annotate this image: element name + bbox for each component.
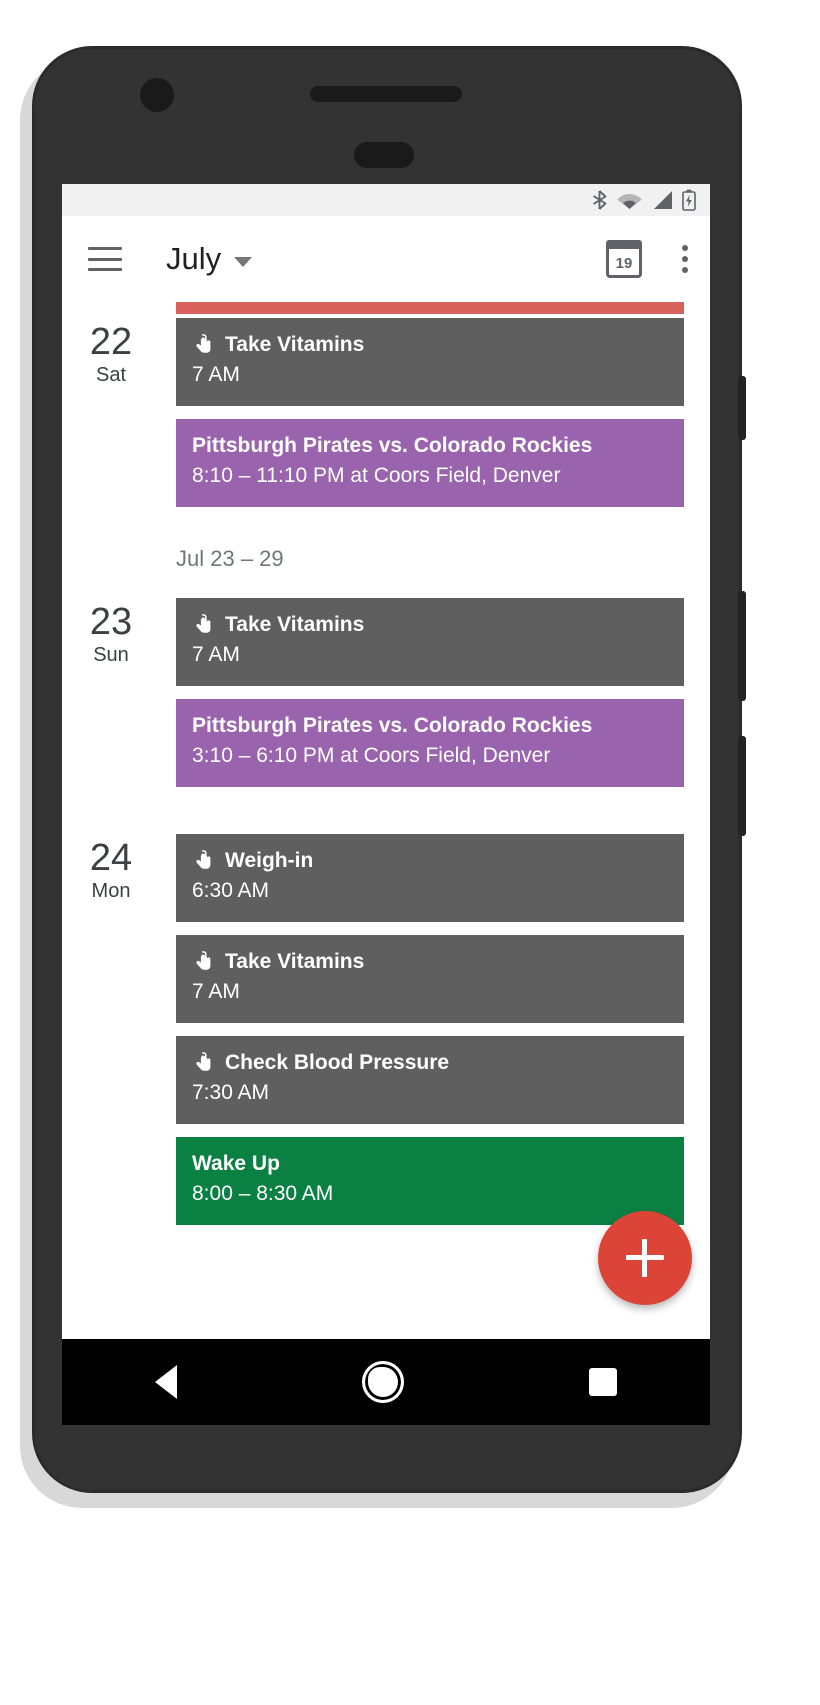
event-chip[interactable]: Wake Up 8:00 – 8:30 AM: [176, 1137, 684, 1225]
add-event-fab[interactable]: [598, 1211, 692, 1305]
event-chip[interactable]: Weigh-in 6:30 AM: [176, 834, 684, 922]
event-chip[interactable]: Check Blood Pressure 7:30 AM: [176, 1036, 684, 1124]
day-row: 24 Mon Weigh-in 6:30 AM Take Vitamins 7 …: [62, 800, 710, 1238]
event-title: Take Vitamins: [225, 613, 365, 636]
day-name: Sat: [95, 364, 127, 386]
day-name: Mon: [91, 880, 131, 902]
hamburger-menu-icon[interactable]: [88, 247, 122, 271]
event-title: Pittsburgh Pirates vs. Colorado Rockies: [192, 714, 593, 737]
day-gutter: 23 Sun: [62, 598, 176, 800]
calendar-today-number: 19: [615, 255, 633, 272]
day-events: Weigh-in 6:30 AM Take Vitamins 7 AM Chec…: [176, 834, 710, 1238]
app-bar: July 19: [62, 216, 710, 302]
event-title-row: Pittsburgh Pirates vs. Colorado Rockies: [192, 713, 668, 739]
month-selector[interactable]: July: [166, 241, 253, 277]
event-title: Check Blood Pressure: [225, 1051, 450, 1074]
reminder-hand-icon: [192, 849, 214, 873]
event-subtitle: 6:30 AM: [192, 879, 270, 902]
event-title: Pittsburgh Pirates vs. Colorado Rockies: [192, 434, 593, 457]
status-bar: [62, 184, 710, 216]
bluetooth-icon: [591, 189, 608, 211]
event-subtitle: 7 AM: [192, 980, 240, 1003]
day-row: 23 Sun Take Vitamins 7 AM Pittsburgh Pir…: [62, 594, 710, 800]
nav-back-triangle-icon[interactable]: [154, 1365, 177, 1399]
event-title: Weigh-in: [225, 849, 314, 872]
reminder-hand-icon: [192, 333, 214, 357]
day-number: 24: [89, 837, 133, 879]
event-chip[interactable]: Pittsburgh Pirates vs. Colorado Rockies …: [176, 699, 684, 787]
day-row: 22 Sat Take Vitamins 7 AM Pittsburgh Pir…: [62, 314, 710, 520]
agenda-list[interactable]: 22 Sat Take Vitamins 7 AM Pittsburgh Pir…: [62, 302, 710, 1339]
event-subtitle: 8:00 – 8:30 AM: [192, 1182, 334, 1205]
event-title-row: Wake Up: [192, 1151, 668, 1177]
event-title-row: Take Vitamins: [192, 332, 668, 358]
week-range-header: Jul 23 – 29: [176, 546, 284, 571]
plus-icon: [626, 1239, 664, 1277]
day-events: Take Vitamins 7 AM Pittsburgh Pirates vs…: [176, 318, 710, 520]
nav-recents-square-icon[interactable]: [589, 1368, 618, 1396]
day-number: 23: [89, 601, 133, 643]
event-chip[interactable]: Take Vitamins 7 AM: [176, 318, 684, 406]
event-chip[interactable]: Take Vitamins 7 AM: [176, 598, 684, 686]
proximity-sensor: [354, 142, 414, 168]
dropdown-caret-icon: [234, 256, 253, 267]
reminder-hand-icon: [192, 1051, 214, 1075]
event-subtitle: 7:30 AM: [192, 1081, 270, 1104]
cell-signal-icon: [651, 190, 673, 210]
nav-home-circle-icon[interactable]: [361, 1361, 404, 1403]
day-number: 22: [89, 321, 133, 363]
reminder-hand-icon: [192, 613, 214, 637]
android-nav-bar: [62, 1339, 710, 1425]
page-title: July: [166, 241, 222, 276]
event-title-row: Weigh-in: [192, 848, 668, 874]
day-gutter: 22 Sat: [62, 318, 176, 520]
front-camera-icon: [140, 78, 174, 112]
earpiece-speaker: [310, 86, 462, 102]
volume-up-button[interactable]: [738, 591, 746, 701]
event-title: Take Vitamins: [225, 333, 365, 356]
event-chip[interactable]: Pittsburgh Pirates vs. Colorado Rockies …: [176, 419, 684, 507]
event-subtitle: 7 AM: [192, 363, 240, 386]
calendar-today-icon[interactable]: 19: [606, 240, 642, 278]
phone-screen: July 19 22 Sat Take Vitamins 7 AM Pittsb…: [62, 184, 710, 1339]
volume-down-button[interactable]: [738, 736, 746, 836]
battery-icon: [682, 189, 696, 211]
more-options-icon[interactable]: [682, 245, 688, 273]
event-title-row: Take Vitamins: [192, 612, 668, 638]
wifi-icon: [617, 190, 642, 210]
event-subtitle: 8:10 – 11:10 PM at Coors Field, Denver: [192, 464, 561, 487]
event-title: Wake Up: [192, 1152, 280, 1175]
power-button[interactable]: [738, 376, 746, 440]
event-chip[interactable]: Take Vitamins 7 AM: [176, 935, 684, 1023]
cut-off-event-chip[interactable]: [176, 302, 684, 314]
event-title-row: Check Blood Pressure: [192, 1050, 668, 1076]
event-title-row: Pittsburgh Pirates vs. Colorado Rockies: [192, 433, 668, 459]
reminder-hand-icon: [192, 950, 214, 974]
day-gutter: 24 Mon: [62, 834, 176, 1238]
event-subtitle: 3:10 – 6:10 PM at Coors Field, Denver: [192, 744, 551, 767]
event-title: Take Vitamins: [225, 950, 365, 973]
event-subtitle: 7 AM: [192, 643, 240, 666]
day-name: Sun: [93, 644, 129, 666]
event-title-row: Take Vitamins: [192, 949, 668, 975]
day-events: Take Vitamins 7 AM Pittsburgh Pirates vs…: [176, 598, 710, 800]
